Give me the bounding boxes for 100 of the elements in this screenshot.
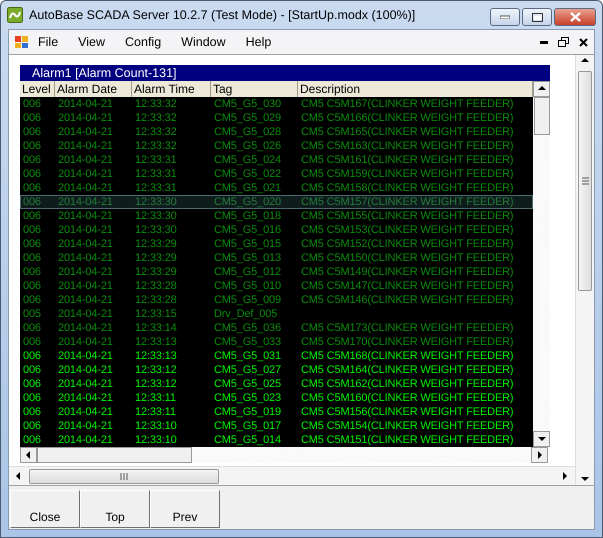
table-cell: 12:33:32 xyxy=(135,140,177,152)
table-cell: 006 xyxy=(23,294,41,306)
minimize-icon xyxy=(500,15,510,19)
table-cell: 2014-04-21 xyxy=(58,168,113,180)
table-cell: 006 xyxy=(23,392,41,404)
scrollbar-thumb[interactable] xyxy=(534,97,550,135)
table-cell: CM5_G5_014 xyxy=(214,434,281,446)
scrollbar-thumb[interactable] xyxy=(578,71,592,291)
table-cell: CM5_G5_018 xyxy=(214,210,281,222)
minimize-icon[interactable] xyxy=(540,40,548,44)
table-cell: CM5_G5_024 xyxy=(214,154,281,166)
table-cell: 12:33:30 xyxy=(135,210,177,222)
table-cell: 006 xyxy=(23,182,41,194)
table-cell: 12:33:32 xyxy=(135,126,177,138)
table-cell: CM5 C5M170(CLINKER WEIGHT FEEDER) xyxy=(301,336,514,348)
table-cell: 2014-04-21 xyxy=(58,210,113,222)
table-cell: 006 xyxy=(23,322,41,334)
column-header[interactable]: Alarm Date xyxy=(55,81,132,97)
action-button[interactable]: Top xyxy=(80,490,150,528)
table-cell: CM5 C5M157(CLINKER WEIGHT FEEDER) xyxy=(301,196,514,208)
table-cell: CM5 C5M167(CLINKER WEIGHT FEEDER) xyxy=(301,98,514,110)
table-cell: CM5 C5M173(CLINKER WEIGHT FEEDER) xyxy=(301,322,514,334)
maximize-button[interactable] xyxy=(522,8,552,26)
table-cell: 006 xyxy=(23,364,41,376)
scrollbar-thumb[interactable] xyxy=(29,468,219,484)
menu-item[interactable]: Config xyxy=(117,33,170,51)
column-header[interactable]: Alarm Time xyxy=(132,81,211,97)
table-cell: CM5_G5_029 xyxy=(214,112,281,124)
table-cell: 12:33:13 xyxy=(135,336,177,348)
table-cell: CM5_G5_031 xyxy=(214,350,281,362)
table-cell: 2014-04-21 xyxy=(58,280,113,292)
table-cell: CM5_G5_030 xyxy=(214,98,281,110)
table-cell: 12:33:31 xyxy=(135,154,177,166)
table-cell: 2014-04-21 xyxy=(58,182,113,194)
table-cell: 12:33:30 xyxy=(135,196,177,208)
app-icon[interactable] xyxy=(7,7,23,23)
menu-item[interactable]: Window xyxy=(173,33,234,51)
table-cell: 2014-04-21 xyxy=(58,350,113,362)
table-cell: 2014-04-21 xyxy=(58,224,113,236)
table-cell: 12:33:12 xyxy=(135,364,177,376)
table-cell: CM5 C5M164(CLINKER WEIGHT FEEDER) xyxy=(301,364,514,376)
table-cell: CM5_G5_021 xyxy=(214,182,281,194)
table-cell: 2014-04-21 xyxy=(58,420,113,432)
close-button[interactable] xyxy=(554,8,596,26)
restore-icon[interactable] xyxy=(558,37,569,47)
table-cell: CM5_G5_017 xyxy=(214,420,281,432)
table-cell: CM5_G5_022 xyxy=(214,168,281,180)
table-cell: 12:33:29 xyxy=(135,238,177,250)
close-icon xyxy=(570,12,580,22)
table-cell: 12:33:30 xyxy=(135,224,177,236)
menu-item[interactable]: File xyxy=(30,33,66,51)
table-cell: 12:33:29 xyxy=(135,252,177,264)
menu-item[interactable]: View xyxy=(70,33,114,51)
table-cell: 006 xyxy=(23,140,41,152)
table-cell: CM5_G5_036 xyxy=(214,322,281,334)
table-cell: 12:33:13 xyxy=(135,350,177,362)
table-cell: 12:33:11 xyxy=(135,392,176,404)
table-cell: 12:33:12 xyxy=(135,378,177,390)
table-cell: 2014-04-21 xyxy=(58,266,113,278)
table-cell: CM5 C5M156(CLINKER WEIGHT FEEDER) xyxy=(301,406,514,418)
table-cell: CM5 C5M149(CLINKER WEIGHT FEEDER) xyxy=(301,266,514,278)
scroll-up-button[interactable] xyxy=(533,81,550,97)
close-icon[interactable] xyxy=(579,38,588,46)
action-button[interactable]: Close xyxy=(10,490,80,528)
scrollbar-thumb[interactable] xyxy=(37,447,192,463)
window-title: AutoBase SCADA Server 10.2.7 (Test Mode) - [StartUp.modx (100%)] xyxy=(29,8,416,22)
table-cell: 2014-04-21 xyxy=(58,294,113,306)
table-cell: 006 xyxy=(23,112,41,124)
table-cell: 2014-04-21 xyxy=(58,98,113,110)
table-cell: CM5 C5M168(CLINKER WEIGHT FEEDER) xyxy=(301,350,514,362)
column-header[interactable]: Level xyxy=(20,81,55,97)
table-cell: 006 xyxy=(23,378,41,390)
action-button[interactable]: Prev xyxy=(150,490,220,528)
table-cell: 006 xyxy=(23,98,41,110)
table-cell: CM5_G5_027 xyxy=(214,364,281,376)
table-cell: 2014-04-21 xyxy=(58,434,113,446)
table-cell: 2014-04-21 xyxy=(58,378,113,390)
document-icon[interactable] xyxy=(14,34,30,50)
scroll-left-button[interactable] xyxy=(20,447,37,463)
table-cell: 12:33:15 xyxy=(135,308,177,320)
maximize-icon xyxy=(532,12,542,22)
table-cell: CM5_G5_023 xyxy=(214,392,281,404)
table-cell: CM5 C5M146(CLINKER WEIGHT FEEDER) xyxy=(301,294,514,306)
column-header[interactable]: Tag xyxy=(211,81,298,97)
table-cell: CM5 C5M158(CLINKER WEIGHT FEEDER) xyxy=(301,182,514,194)
table-cell: 006 xyxy=(23,420,41,432)
table-cell: 2014-04-21 xyxy=(58,196,113,208)
table-cell: CM5_G5_013 xyxy=(214,252,281,264)
table-cell: 006 xyxy=(23,252,41,264)
scroll-down-button[interactable] xyxy=(533,431,550,447)
menu-item[interactable]: Help xyxy=(238,33,280,51)
table-cell: 2014-04-21 xyxy=(58,140,113,152)
table-cell: 006 xyxy=(23,210,41,222)
scroll-right-button[interactable] xyxy=(531,447,548,463)
table-cell: CM5_G5_016 xyxy=(214,224,281,236)
table-cell: 006 xyxy=(23,434,41,446)
table-cell: 12:33:29 xyxy=(135,266,177,278)
table-cell: CM5_G5_033 xyxy=(214,336,281,348)
minimize-button[interactable] xyxy=(490,8,520,26)
table-cell: CM5_G5_015 xyxy=(214,238,281,250)
